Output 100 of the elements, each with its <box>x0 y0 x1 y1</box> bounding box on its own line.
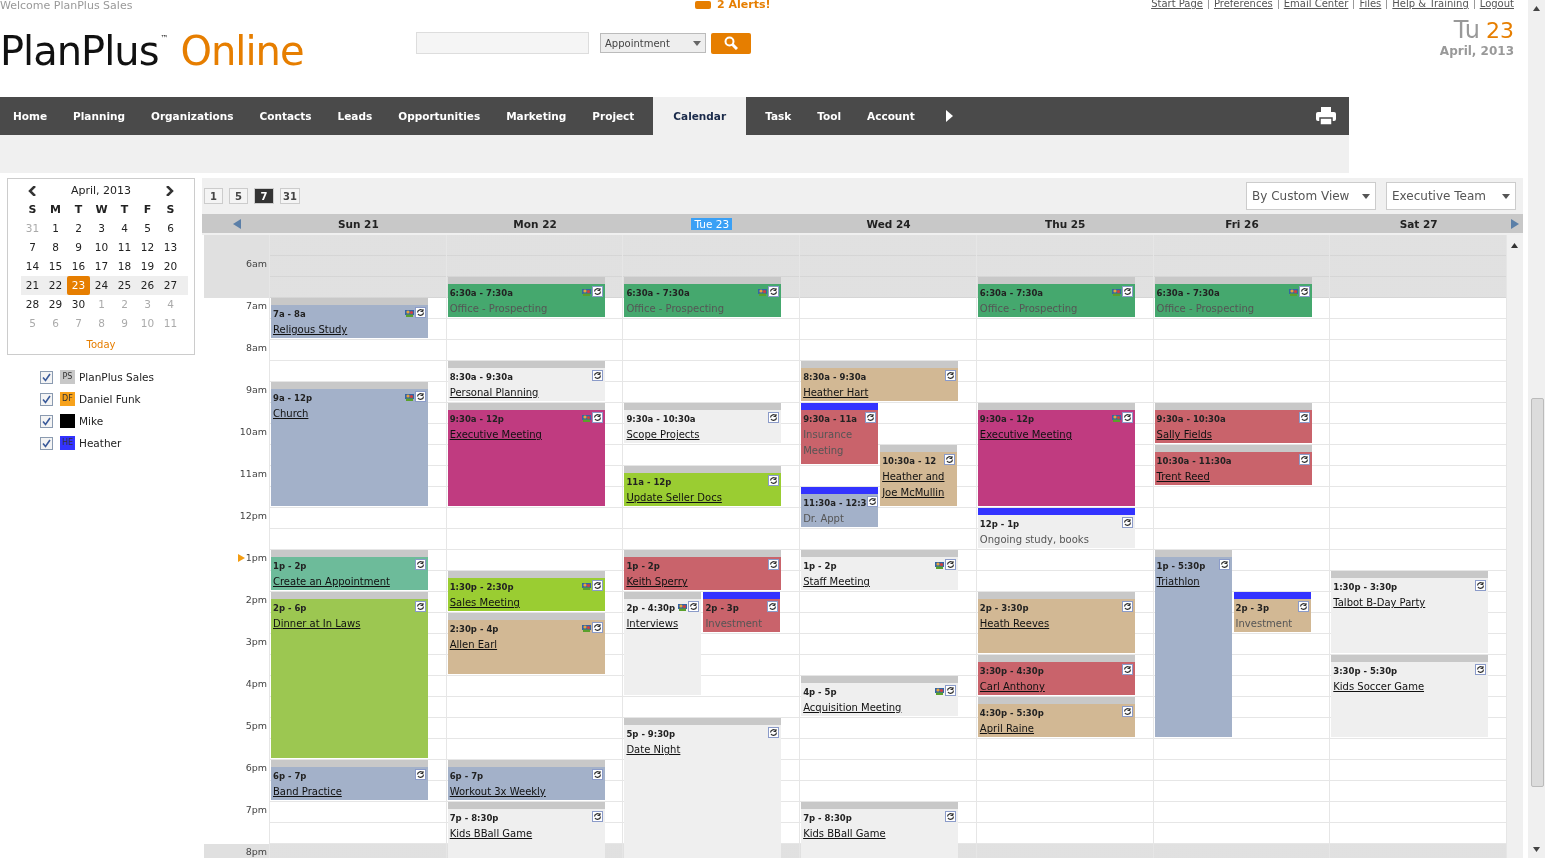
scroll-down-icon[interactable] <box>1533 847 1540 852</box>
calendar-event[interactable]: 4p - 5p Acquisition Meeting <box>801 676 959 716</box>
search-button[interactable] <box>711 32 751 54</box>
date-cell[interactable]: 30 <box>67 295 90 314</box>
event-title-link[interactable]: Personal Planning <box>449 385 603 401</box>
date-cell[interactable]: 2 <box>67 219 90 238</box>
event-title-link[interactable]: Sally Fields <box>1156 427 1310 443</box>
event-title-link[interactable]: Workout 3x Weekly <box>449 784 603 800</box>
date-cell[interactable]: 22 <box>44 276 67 295</box>
view-button[interactable]: 31 <box>280 188 300 204</box>
calendar-event[interactable]: 2p - 3p Investment <box>703 592 781 632</box>
nav-tab[interactable]: Contacts <box>246 97 325 135</box>
search-field[interactable] <box>416 32 589 54</box>
event-title-link[interactable]: Keith Sperry <box>626 574 780 590</box>
event-title-link[interactable]: Religous Study <box>273 322 426 338</box>
calendar-event[interactable]: 6p - 7p Band Practice <box>271 760 428 800</box>
view-button[interactable]: 1 <box>204 188 223 204</box>
calendar-event[interactable]: 6:30a - 7:30a Office - Prospecting <box>977 277 1135 317</box>
date-cell[interactable]: 3 <box>90 219 113 238</box>
calendar-event[interactable]: 1p - 2p Keith Sperry <box>624 550 782 590</box>
calendar-event[interactable]: 1p - 5:30p Triathlon <box>1154 550 1232 737</box>
day-heading[interactable]: Wed 24 <box>863 217 914 230</box>
date-cell[interactable]: 26 <box>136 276 159 295</box>
scrollbar-thumb[interactable] <box>1531 398 1544 787</box>
date-cell[interactable]: 13 <box>159 238 182 257</box>
day-heading[interactable]: Sat 27 <box>1396 217 1441 230</box>
day-heading[interactable]: Thu 25 <box>1042 217 1089 230</box>
nav-tab[interactable]: Planning <box>60 97 138 135</box>
calendar-event[interactable]: 5p - 9:30p Date Night <box>624 718 782 858</box>
scroll-up-icon[interactable] <box>1533 6 1540 11</box>
event-title-link[interactable]: Scope Projects <box>626 427 780 443</box>
event-title-link[interactable]: Kids BBall Game <box>449 826 603 842</box>
checkbox[interactable] <box>40 370 53 384</box>
event-title-link[interactable]: Heather and Joe McMullin <box>882 469 956 501</box>
event-title-link[interactable]: Interviews <box>626 616 700 632</box>
nav-tab[interactable]: Home <box>0 97 61 135</box>
event-title-link[interactable]: Heather Hart <box>803 385 957 401</box>
date-cell[interactable]: 24 <box>90 276 113 295</box>
page-scrollbar[interactable] <box>1528 0 1545 858</box>
date-cell[interactable]: 14 <box>21 257 44 276</box>
nav-tab[interactable]: Organizations <box>138 97 247 135</box>
event-title-link[interactable]: Executive Meeting <box>449 427 603 443</box>
event-title-link[interactable]: Trent Reed <box>1156 469 1310 485</box>
checkbox[interactable] <box>40 392 53 406</box>
date-cell[interactable]: 7 <box>21 238 44 257</box>
calendar-event[interactable]: 9:30a - 11a Insurance Meeting <box>801 403 879 464</box>
header-link[interactable]: Help & Training <box>1392 0 1469 8</box>
header-link[interactable]: Logout <box>1479 0 1514 8</box>
calendar-event[interactable]: 3:30p - 4:30p Carl Anthony <box>977 655 1135 695</box>
calendar-event[interactable]: 1:30p - 3:30p Talbot B-Day Party <box>1331 571 1489 653</box>
event-title-link[interactable]: Carl Anthony <box>979 679 1133 695</box>
calendar-event[interactable]: 12p - 1p Ongoing study, books <box>977 508 1135 548</box>
calendar-event[interactable]: 2p - 3p Investment <box>1233 592 1311 632</box>
header-link[interactable]: Files <box>1359 0 1382 8</box>
event-title-link[interactable]: Executive Meeting <box>979 427 1133 443</box>
calendar-event[interactable]: 4:30p - 5:30p April Raine <box>977 697 1135 737</box>
event-title-link[interactable]: Triathlon <box>1156 574 1230 590</box>
calendar-event[interactable]: 8:30a - 9:30a Heather Hart <box>801 361 959 401</box>
calendar-event[interactable]: 11:30a - 12:3 Dr. Appt <box>801 487 879 527</box>
event-title-link[interactable]: Acquisition Meeting <box>803 700 957 716</box>
calendar-event[interactable]: 7a - 8a Religous Study <box>271 298 428 338</box>
calendar-event[interactable]: 6:30a - 7:30a Office - Prospecting <box>1154 277 1312 317</box>
header-link[interactable]: Preferences <box>1213 0 1273 8</box>
calendar-event[interactable]: 10:30a - 11:30a Trent Reed <box>1154 445 1312 485</box>
date-cell[interactable]: 5 <box>136 219 159 238</box>
calendar-event[interactable]: 9:30a - 10:30a Scope Projects <box>624 403 782 443</box>
calendar-event[interactable]: 1:30p - 2:30p Sales Meeting <box>447 571 605 611</box>
event-title-link[interactable]: Sales Meeting <box>449 595 603 611</box>
event-title-link[interactable]: Band Practice <box>273 784 426 800</box>
scroll-up-icon[interactable] <box>1511 243 1519 248</box>
nav-tab[interactable]: Task <box>752 97 805 135</box>
calendar-event[interactable]: 9:30a - 10:30a Sally Fields <box>1154 403 1312 443</box>
nav-tab[interactable]: Opportunities <box>385 97 494 135</box>
event-title-link[interactable]: Date Night <box>626 742 780 758</box>
date-cell[interactable]: 6 <box>159 219 182 238</box>
event-title-link[interactable]: April Raine <box>979 721 1133 737</box>
header-link[interactable]: Email Center <box>1283 0 1349 8</box>
nav-tab[interactable]: Tool <box>804 97 855 135</box>
event-title-link[interactable]: Allen Earl <box>449 637 603 653</box>
event-title-link[interactable]: Church <box>273 406 426 422</box>
day-heading[interactable]: Fri 26 <box>1222 217 1262 230</box>
date-cell[interactable]: 27 <box>159 276 182 295</box>
date-cell[interactable]: 28 <box>21 295 44 314</box>
event-title-link[interactable]: Staff Meeting <box>803 574 957 590</box>
nav-tab[interactable]: Project <box>579 97 648 135</box>
printer-icon[interactable] <box>1316 107 1336 125</box>
calendar-event[interactable]: 2p - 6p Dinner at In Laws <box>271 592 428 758</box>
nav-tab[interactable]: Leads <box>324 97 386 135</box>
calendar-event[interactable]: 2:30p - 4p Allen Earl <box>447 613 605 674</box>
calendar-event[interactable]: 1p - 2p Staff Meeting <box>801 550 959 590</box>
event-title-link[interactable]: Dinner at In Laws <box>273 616 426 632</box>
calendar-event[interactable]: 10:30a - 12 Heather and Joe McMullin <box>880 445 958 506</box>
calendar-event[interactable]: 6:30a - 7:30a Office - Prospecting <box>624 277 782 317</box>
date-cell[interactable]: 12 <box>136 238 159 257</box>
event-title-link[interactable]: Kids BBall Game <box>803 826 957 842</box>
event-title-link[interactable]: Create an Appointment <box>273 574 426 590</box>
day-heading[interactable]: Mon 22 <box>510 217 560 230</box>
type-select[interactable]: Appointment <box>600 33 706 53</box>
checkbox[interactable] <box>40 414 53 428</box>
calendar-event[interactable]: 6p - 7p Workout 3x Weekly <box>447 760 605 800</box>
